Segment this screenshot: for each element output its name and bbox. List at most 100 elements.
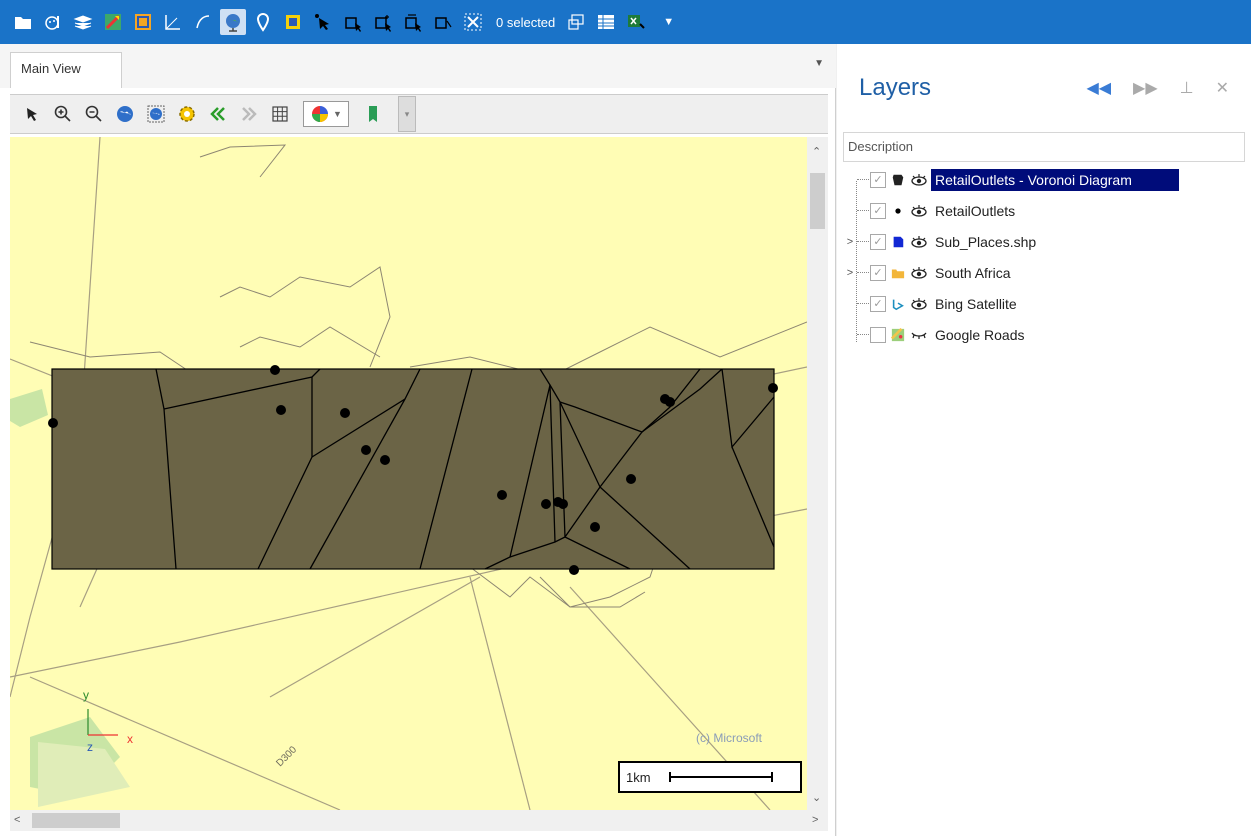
- chevron-down-icon: ▼: [333, 109, 342, 119]
- outlet-point[interactable]: [340, 408, 350, 418]
- outlet-point[interactable]: [541, 499, 551, 509]
- zoom-out-icon[interactable]: [80, 100, 108, 128]
- attribute-table-icon[interactable]: [593, 9, 619, 35]
- color-palette-dropdown[interactable]: ▼: [303, 101, 349, 127]
- tab-main-view-label: Main View: [21, 61, 81, 76]
- outlet-point[interactable]: [590, 522, 600, 532]
- map-pin-icon[interactable]: [250, 9, 276, 35]
- full-extent-icon[interactable]: [111, 100, 139, 128]
- measure-angle-icon[interactable]: [160, 9, 186, 35]
- map-toolbar: ▼ ▾: [10, 94, 828, 134]
- zoom-to-selection-icon[interactable]: [563, 9, 589, 35]
- forward-icon[interactable]: [235, 100, 263, 128]
- layer-visibility-checkbox[interactable]: ✓: [870, 233, 886, 250]
- pointer-icon[interactable]: [18, 100, 46, 128]
- outlet-point[interactable]: [48, 418, 58, 428]
- grid-icon[interactable]: [266, 100, 294, 128]
- outlet-point[interactable]: [276, 405, 286, 415]
- bookmark-icon[interactable]: [359, 100, 387, 128]
- layer-row-retail-outlets[interactable]: ✓ RetailOutlets: [843, 195, 1245, 226]
- map-horizontal-scrollbar[interactable]: < >: [10, 810, 828, 831]
- closed-eye-icon[interactable]: [910, 328, 928, 342]
- park-area: [38, 742, 130, 807]
- scale-label: 1km: [626, 769, 651, 785]
- horizontal-scroll-thumb[interactable]: [32, 813, 120, 828]
- eye-icon[interactable]: [910, 266, 928, 280]
- google-roads-icon: [890, 327, 906, 343]
- scroll-up-icon[interactable]: ⌃: [812, 145, 821, 158]
- frame-icon[interactable]: [280, 9, 306, 35]
- select-poly-add-icon[interactable]: [370, 9, 396, 35]
- map-graphics: D300 y x z: [10, 137, 807, 810]
- expand-chevron-icon[interactable]: >: [843, 236, 857, 248]
- scale-line: [668, 772, 773, 782]
- layer-visibility-checkbox[interactable]: ✓: [870, 171, 886, 188]
- zoom-layer-icon[interactable]: [142, 100, 170, 128]
- zoom-in-icon[interactable]: [49, 100, 77, 128]
- eye-icon[interactable]: [910, 297, 928, 311]
- expand-chevron-icon[interactable]: >: [843, 267, 857, 279]
- clear-selection-icon[interactable]: [460, 9, 486, 35]
- tab-menu-icon[interactable]: ▼: [814, 58, 824, 69]
- overflow-dropdown-icon[interactable]: ▼: [663, 16, 674, 28]
- folder-icon[interactable]: [10, 9, 36, 35]
- layer-visibility-checkbox[interactable]: ✓: [870, 202, 886, 219]
- eye-icon[interactable]: [910, 173, 928, 187]
- scroll-down-icon[interactable]: ⌄: [812, 791, 821, 804]
- outlet-point[interactable]: [558, 499, 568, 509]
- pin-icon[interactable]: ⊥: [1180, 78, 1194, 98]
- layers-stack-icon[interactable]: [70, 9, 96, 35]
- folder-icon: [890, 265, 906, 281]
- collapse-left-icon[interactable]: ◀◀: [1086, 78, 1111, 98]
- outlet-point[interactable]: [380, 455, 390, 465]
- layer-label: Sub_Places.shp: [935, 233, 1037, 250]
- more-icon[interactable]: ▾: [398, 96, 416, 132]
- layer-row-south-africa[interactable]: > ✓ South Africa: [843, 257, 1245, 288]
- layer-visibility-checkbox[interactable]: ✓: [870, 295, 886, 312]
- scroll-left-icon[interactable]: <: [14, 814, 20, 826]
- vertical-scroll-thumb[interactable]: [810, 173, 825, 229]
- expand-right-icon[interactable]: ▶▶: [1133, 78, 1158, 98]
- scroll-right-icon[interactable]: >: [812, 814, 818, 826]
- outlet-point[interactable]: [626, 474, 636, 484]
- layer-row-sub-places[interactable]: > ✓ Sub_Places.shp: [843, 226, 1245, 257]
- layer-label: South Africa: [935, 264, 1011, 281]
- settings-icon[interactable]: [173, 100, 201, 128]
- axis-x-label: x: [127, 732, 133, 746]
- layer-visibility-checkbox[interactable]: ✓: [870, 264, 886, 281]
- layers-title: Layers: [859, 74, 932, 101]
- polygon-layer-icon: [890, 172, 906, 188]
- outlet-point[interactable]: [569, 565, 579, 575]
- layers-panel-controls: ◀◀ ▶▶ ⊥ ✕: [1086, 78, 1229, 98]
- select-poly-edit-icon[interactable]: [400, 9, 426, 35]
- layer-row-voronoi[interactable]: ✓ RetailOutlets - Voronoi Diagram: [843, 164, 1245, 195]
- layer-visibility-checkbox[interactable]: [870, 326, 886, 343]
- outlet-point[interactable]: [768, 383, 778, 393]
- description-header: Description: [848, 139, 914, 154]
- map-vertical-scrollbar[interactable]: ⌃ ⌄: [807, 137, 828, 810]
- select-point-icon[interactable]: [310, 9, 336, 35]
- outlet-point[interactable]: [665, 397, 675, 407]
- globe-icon[interactable]: [220, 9, 246, 35]
- layer-label: Google Roads: [935, 326, 1025, 343]
- edit-curve-icon[interactable]: [190, 9, 216, 35]
- map-canvas[interactable]: D300 y x z (c) Microsoft 1km: [10, 137, 807, 810]
- map-route-icon[interactable]: [100, 9, 126, 35]
- select-poly-icon[interactable]: [340, 9, 366, 35]
- bing-icon[interactable]: [130, 9, 156, 35]
- outlet-point[interactable]: [361, 445, 371, 455]
- brush-settings-icon[interactable]: [40, 9, 66, 35]
- axis-z-label: z: [87, 740, 93, 754]
- eye-icon[interactable]: [910, 235, 928, 249]
- tab-main-view[interactable]: Main View: [10, 52, 122, 88]
- select-poly-remove-icon[interactable]: [430, 9, 456, 35]
- outlet-point[interactable]: [270, 365, 280, 375]
- layer-row-bing-satellite[interactable]: ✓ Bing Satellite: [843, 288, 1245, 319]
- export-excel-icon[interactable]: [623, 9, 649, 35]
- close-icon[interactable]: ✕: [1216, 78, 1229, 98]
- eye-icon[interactable]: [910, 204, 928, 218]
- park-area: [10, 389, 48, 427]
- back-icon[interactable]: [204, 100, 232, 128]
- outlet-point[interactable]: [497, 490, 507, 500]
- layer-row-google-roads[interactable]: Google Roads: [843, 319, 1245, 350]
